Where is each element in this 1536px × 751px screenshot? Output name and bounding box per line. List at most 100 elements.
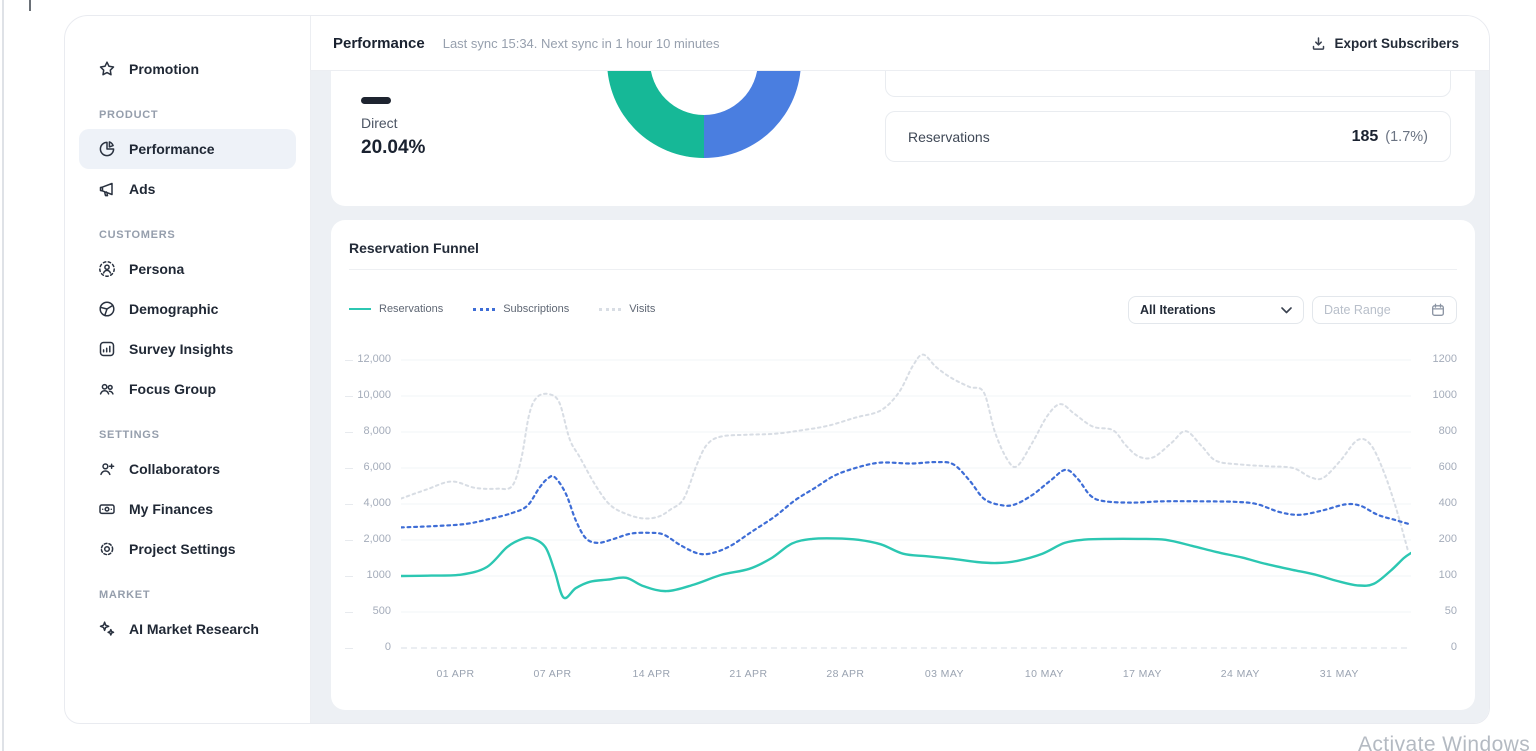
chart-controls: All Iterations bbox=[1128, 296, 1457, 324]
x-axis-tick: 14 APR bbox=[632, 668, 671, 680]
series-line-visits bbox=[401, 353, 1409, 552]
legend-item-subscriptions: Subscriptions bbox=[473, 303, 569, 315]
iterations-selected-value: All Iterations bbox=[1140, 303, 1216, 317]
chart-legend: Reservations Subscriptions Visits bbox=[349, 303, 655, 315]
x-axis-tick: 03 MAY bbox=[924, 668, 964, 680]
legend-swatch bbox=[599, 307, 622, 311]
gear-icon bbox=[98, 540, 116, 558]
sidebar-item-label: My Finances bbox=[129, 501, 214, 517]
sidebar-item-label: AI Market Research bbox=[129, 621, 259, 637]
legend-swatch bbox=[349, 308, 371, 310]
calendar-icon bbox=[1431, 303, 1445, 317]
iterations-select[interactable]: All Iterations bbox=[1128, 296, 1304, 324]
y-axis-right-tick: 50 bbox=[1444, 605, 1457, 617]
y-axis-left-tick: 10,000 bbox=[357, 389, 391, 401]
direct-label: Direct bbox=[361, 115, 398, 131]
y-axis-tick-mark bbox=[345, 612, 353, 613]
funnel-title: Reservation Funnel bbox=[349, 240, 479, 256]
sidebar-item-focus-group[interactable]: Focus Group bbox=[79, 369, 296, 409]
funnel-card: Reservation Funnel Reservations Subscript… bbox=[331, 220, 1475, 710]
y-axis-left-tick: 12,000 bbox=[357, 353, 391, 365]
y-axis-tick-mark bbox=[345, 360, 353, 361]
app-window: Promotion PRODUCT Performance Ads CUSTOMERS P… bbox=[64, 15, 1490, 724]
y-axis-left-tick: 8,000 bbox=[363, 425, 391, 437]
metric-rows: Reservations 185 (1.7%) bbox=[885, 71, 1451, 206]
y-axis-tick-mark bbox=[345, 396, 353, 397]
y-axis-left-tick: 6,000 bbox=[363, 461, 391, 473]
legend-label: Reservations bbox=[379, 303, 444, 315]
sidebar-item-my-finances[interactable]: My Finances bbox=[79, 489, 296, 529]
sidebar-item-survey-insights[interactable]: Survey Insights bbox=[79, 329, 296, 369]
person-plus-icon bbox=[98, 460, 116, 478]
sidebar-item-performance[interactable]: Performance bbox=[79, 129, 296, 169]
sidebar-item-label: Ads bbox=[129, 181, 156, 197]
donut-hole bbox=[650, 71, 758, 115]
sparkles-icon bbox=[98, 620, 116, 638]
line-chart bbox=[401, 353, 1411, 649]
y-axis-right-tick: 1200 bbox=[1432, 353, 1457, 365]
pie-icon bbox=[98, 140, 116, 158]
legend-swatch bbox=[473, 307, 496, 311]
y-axis-tick-mark bbox=[345, 576, 353, 577]
sidebar-item-collaborators[interactable]: Collaborators bbox=[79, 449, 296, 489]
series-line-reservations bbox=[401, 536, 1411, 600]
star-icon bbox=[98, 60, 116, 78]
y-axis-tick-mark bbox=[345, 504, 353, 505]
date-range-input[interactable] bbox=[1324, 303, 1424, 317]
y-axis-right-tick: 100 bbox=[1438, 569, 1457, 581]
sidebar-item-persona[interactable]: Persona bbox=[79, 249, 296, 289]
y-axis-right-tick: 0 bbox=[1450, 641, 1457, 653]
x-axis-tick: 21 APR bbox=[729, 668, 768, 680]
globe-icon bbox=[98, 300, 116, 318]
export-subscribers-label: Export Subscribers bbox=[1334, 35, 1459, 51]
x-axis-tick: 10 MAY bbox=[1024, 668, 1064, 680]
export-subscribers-button[interactable]: Export Subscribers bbox=[1311, 36, 1459, 51]
sidebar-item-label: Performance bbox=[129, 141, 215, 157]
x-axis-tick: 07 APR bbox=[533, 668, 572, 680]
sidebar-section-label-settings: SETTINGS bbox=[99, 429, 160, 441]
sidebar-item-ads[interactable]: Ads bbox=[79, 169, 296, 209]
sidebar-item-demographic[interactable]: Demographic bbox=[79, 289, 296, 329]
y-axis-right-tick: 400 bbox=[1438, 497, 1457, 509]
activate-watermark: Activate Windows bbox=[1358, 733, 1531, 751]
persona-icon bbox=[98, 260, 116, 278]
metric-value-wrap: 185 (1.7%) bbox=[1352, 128, 1428, 146]
page-left-edge-notch bbox=[29, 0, 31, 11]
sidebar-section-label-market: MARKET bbox=[99, 589, 151, 601]
content-area: Direct 20.04% Reservations 185 (1.7%) Re… bbox=[311, 71, 1489, 723]
y-axis-right-tick: 600 bbox=[1438, 461, 1457, 473]
date-range-field[interactable] bbox=[1312, 296, 1457, 324]
y-axis-right-tick: 200 bbox=[1438, 533, 1457, 545]
direct-legend-swatch bbox=[361, 97, 391, 104]
metric-label: Reservations bbox=[908, 128, 990, 145]
banknote-icon bbox=[98, 500, 116, 518]
y-axis-right-tick: 1000 bbox=[1432, 389, 1457, 401]
legend-label: Visits bbox=[629, 303, 656, 315]
y-axis-tick-mark bbox=[345, 540, 353, 541]
metric-value: 185 bbox=[1351, 127, 1379, 145]
sidebar-item-project-settings[interactable]: Project Settings bbox=[79, 529, 296, 569]
funnel-divider bbox=[349, 269, 1457, 270]
donut-chart bbox=[607, 71, 801, 158]
download-icon bbox=[1311, 36, 1326, 51]
x-axis-tick: 24 MAY bbox=[1220, 668, 1260, 680]
x-axis-tick: 01 APR bbox=[436, 668, 475, 680]
chevron-down-icon bbox=[1281, 306, 1292, 314]
survey-icon bbox=[98, 340, 116, 358]
metric-percent: (1.7%) bbox=[1385, 128, 1428, 145]
legend-label: Subscriptions bbox=[503, 303, 570, 315]
sidebar-item-label: Collaborators bbox=[129, 461, 221, 477]
sidebar-section-label-product: PRODUCT bbox=[99, 109, 159, 121]
sidebar-item-label: Persona bbox=[129, 261, 185, 277]
x-axis-tick: 17 MAY bbox=[1122, 668, 1162, 680]
sidebar-item-label: Project Settings bbox=[129, 541, 236, 557]
sidebar-item-label: Demographic bbox=[129, 301, 219, 317]
sidebar-section-label-customers: CUSTOMERS bbox=[99, 229, 176, 241]
sidebar-item-ai-market-research[interactable]: AI Market Research bbox=[79, 609, 296, 649]
sidebar-item-label: Promotion bbox=[129, 61, 199, 77]
main-panel: Performance Last sync 15:34. Next sync i… bbox=[311, 16, 1489, 723]
x-axis-tick: 31 MAY bbox=[1319, 668, 1359, 680]
sidebar-item-promotion[interactable]: Promotion bbox=[79, 49, 296, 89]
sidebar-item-label: Focus Group bbox=[129, 381, 217, 397]
legend-item-reservations: Reservations bbox=[349, 303, 443, 315]
